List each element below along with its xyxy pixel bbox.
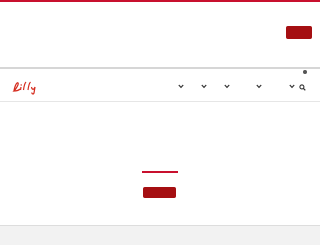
nav-item-3-chevron-down-icon[interactable] <box>224 84 230 89</box>
nav-item-2-chevron-down-icon[interactable] <box>201 84 207 89</box>
status-dot <box>303 70 307 74</box>
nav-item-5-chevron-down-icon[interactable] <box>289 84 295 89</box>
nav-item-4-chevron-down-icon[interactable] <box>256 84 262 89</box>
lilly-logo[interactable] <box>11 79 41 95</box>
navbar <box>0 69 320 101</box>
footer-bar <box>0 225 320 245</box>
hero-cta-button[interactable] <box>143 187 176 198</box>
lilly-logo-mark <box>12 81 36 95</box>
banner-button[interactable] <box>286 26 312 39</box>
nav-item-1-chevron-down-icon[interactable] <box>178 84 184 89</box>
top-banner <box>0 2 320 68</box>
navbar-divider <box>0 101 320 102</box>
hero-accent-line <box>142 171 178 173</box>
page <box>0 0 320 245</box>
search-icon[interactable] <box>299 84 306 91</box>
